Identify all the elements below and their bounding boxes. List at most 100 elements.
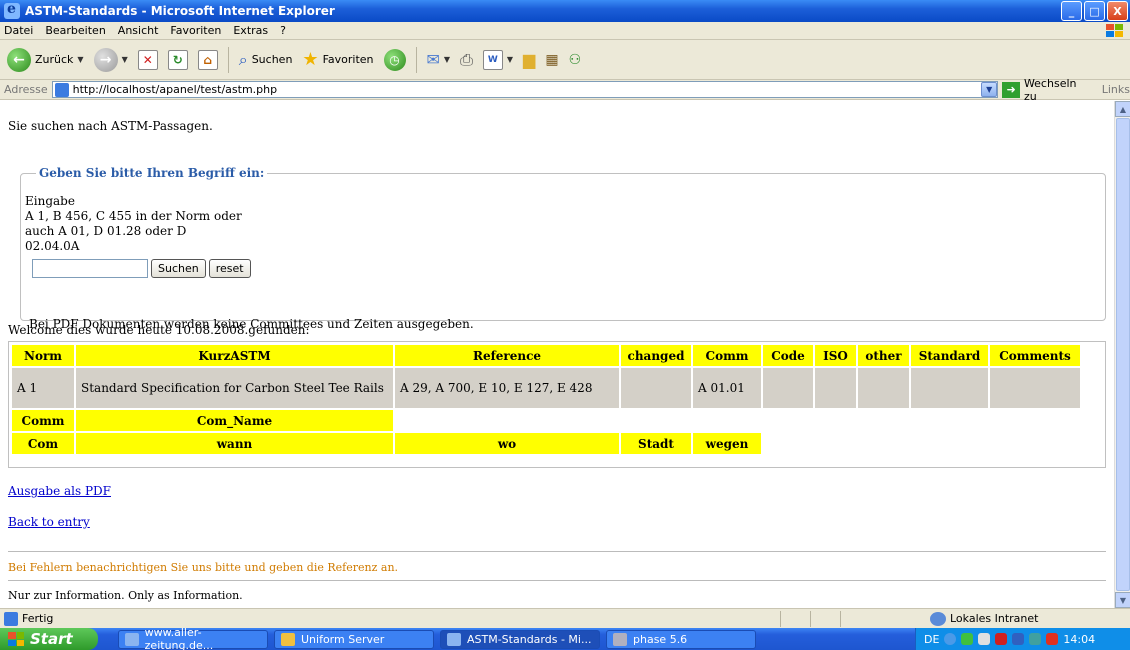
mail-button[interactable]: ✉ ▼ (424, 45, 454, 75)
task-uniform-server[interactable]: Uniform Server (274, 629, 434, 649)
search-legend: Geben Sie bitte Ihren Begriff ein: (39, 166, 265, 180)
language-indicator[interactable]: DE (924, 633, 939, 646)
history-button[interactable]: ◷ (381, 45, 409, 75)
back-to-entry-link[interactable]: Back to entry (8, 515, 90, 529)
menu-extras[interactable]: Extras (233, 24, 268, 37)
reset-button[interactable]: reset (208, 259, 251, 278)
folder-button[interactable]: ▆ (520, 45, 538, 75)
error-note: Bei Fehlern benachrichtigen Sie uns bitt… (8, 561, 399, 574)
home-button[interactable]: ⌂ (195, 45, 221, 75)
edit-button[interactable]: W ▼ (480, 45, 516, 75)
search-row: Suchen reset (32, 259, 251, 278)
page-viewport: Sie suchen nach ASTM-Passagen. Geben Sie… (0, 101, 1114, 608)
scroll-up-icon[interactable]: ▲ (1115, 101, 1130, 117)
result-table-frame: Norm KurzASTM Reference changed Comm Cod… (8, 341, 1106, 468)
search-input[interactable] (32, 259, 148, 278)
back-arrow-icon[interactable] (944, 633, 957, 645)
menu-help[interactable]: ? (280, 24, 286, 37)
menu-favoriten[interactable]: Favoriten (170, 24, 221, 37)
messenger-icon: ⚇ (568, 51, 582, 68)
back-arrow-icon: ← (7, 47, 31, 72)
header-comm: Comm (693, 345, 761, 366)
chevron-down-icon[interactable]: ▼ (444, 55, 450, 64)
menu-datei[interactable]: Datei (4, 24, 33, 37)
instruction-line: 02.04.0A (25, 239, 80, 253)
page-icon (4, 611, 18, 626)
address-input[interactable]: http://localhost/apanel/test/astm.php ▼ (51, 81, 999, 98)
intranet-icon (930, 611, 946, 626)
volume-icon[interactable] (978, 633, 991, 645)
chevron-down-icon[interactable]: ▼ (981, 82, 998, 97)
maximize-button[interactable]: □ (1084, 1, 1105, 21)
search-button[interactable]: ⌕ Suchen (236, 45, 296, 75)
task-aller-zeitung[interactable]: www.aller-zeitung.de... (118, 626, 268, 650)
menu-bar: Datei Bearbeiten Ansicht Favoriten Extra… (0, 22, 1130, 40)
cell-changed (621, 368, 691, 408)
antivirus-icon[interactable] (1046, 633, 1059, 645)
start-button[interactable]: Start (0, 628, 98, 650)
title-bar: ASTM-Standards - Microsoft Internet Expl… (0, 0, 1130, 22)
signal-icon[interactable] (961, 633, 974, 645)
chevron-down-icon[interactable]: ▼ (77, 55, 83, 64)
close-button[interactable]: X (1107, 1, 1128, 21)
ati-icon[interactable] (995, 633, 1008, 645)
chevron-down-icon[interactable]: ▼ (122, 55, 128, 64)
task-astm-standards[interactable]: ASTM-Standards - Mi... (440, 629, 600, 649)
task-label: ASTM-Standards - Mi... (467, 632, 592, 646)
minimize-button[interactable]: _ (1061, 1, 1082, 21)
forward-arrow-icon: → (93, 47, 118, 72)
vertical-scrollbar[interactable]: ▲ ▼ (1114, 101, 1130, 608)
header-changed: changed (621, 345, 691, 366)
start-label: Start (30, 630, 73, 648)
pdf-export-link[interactable]: Ausgabe als PDF (8, 484, 111, 498)
status-bar: Fertig Lokales Intranet (0, 608, 1130, 628)
menu-bearbeiten[interactable]: Bearbeiten (45, 24, 105, 37)
links-button[interactable]: Links (1102, 83, 1130, 96)
search-fieldset: Geben Sie bitte Ihren Begriff ein: Einga… (20, 166, 1106, 331)
header-standard: Standard (911, 345, 988, 366)
header-kurzastm: KurzASTM (76, 345, 393, 366)
cell-reference: A 29, A 700, E 10, E 127, E 428 (395, 368, 619, 408)
header-comments: Comments (990, 345, 1080, 366)
refresh-button[interactable]: ↻ (165, 45, 191, 75)
cell-other (858, 368, 909, 408)
result-table: Norm KurzASTM Reference changed Comm Cod… (10, 343, 1082, 456)
chevron-down-icon[interactable]: ▼ (507, 55, 513, 64)
research-button[interactable]: ▦ (542, 45, 561, 75)
status-segment (840, 610, 870, 627)
table-row: A 1 Standard Specification for Carbon St… (12, 368, 1080, 408)
intro-text: Sie suchen nach ASTM-Passagen. (8, 119, 213, 133)
task-phase[interactable]: phase 5.6 (606, 629, 756, 649)
app-icon (613, 632, 627, 646)
header-norm: Norm (12, 345, 74, 366)
security-icon[interactable] (1029, 633, 1042, 645)
search-icon: ⌕ (238, 49, 248, 69)
header-stadt: Stadt (621, 433, 691, 454)
cell-comments (990, 368, 1080, 408)
forward-button[interactable]: → ▼ (91, 45, 131, 75)
folder-icon: ▆ (523, 50, 536, 69)
messenger-button[interactable]: ⚇ (566, 45, 585, 75)
cell-norm: A 1 (12, 368, 74, 408)
folder-icon (281, 632, 295, 646)
toolbar: ← Zurück ▼ → ▼ ✕ ↻ ⌂ ⌕ Suchen ★ Favorite… (0, 40, 1130, 80)
menu-ansicht[interactable]: Ansicht (118, 24, 159, 37)
word-icon: W (482, 49, 503, 70)
window-title: ASTM-Standards - Microsoft Internet Expl… (25, 4, 335, 18)
divider (8, 580, 1106, 581)
back-button[interactable]: ← Zurück ▼ (4, 45, 87, 75)
suchen-button[interactable]: Suchen (151, 259, 206, 278)
scroll-down-icon[interactable]: ▼ (1115, 592, 1130, 608)
stop-button[interactable]: ✕ (135, 45, 161, 75)
network-icon[interactable] (1012, 633, 1025, 645)
table-header-row: Norm KurzASTM Reference changed Comm Cod… (12, 345, 1080, 366)
history-icon: ◷ (383, 48, 406, 71)
go-button[interactable]: ➜ Wechseln zu (1002, 77, 1092, 103)
scroll-thumb[interactable] (1116, 118, 1130, 591)
favorites-button[interactable]: ★ Favoriten (299, 45, 376, 75)
print-button[interactable]: ⎙ (457, 45, 476, 75)
instruction-line: A 1, B 456, C 455 in der Norm oder (25, 209, 242, 223)
header-wo: wo (395, 433, 619, 454)
ie-window-icon (447, 632, 461, 646)
status-segment (780, 610, 810, 627)
